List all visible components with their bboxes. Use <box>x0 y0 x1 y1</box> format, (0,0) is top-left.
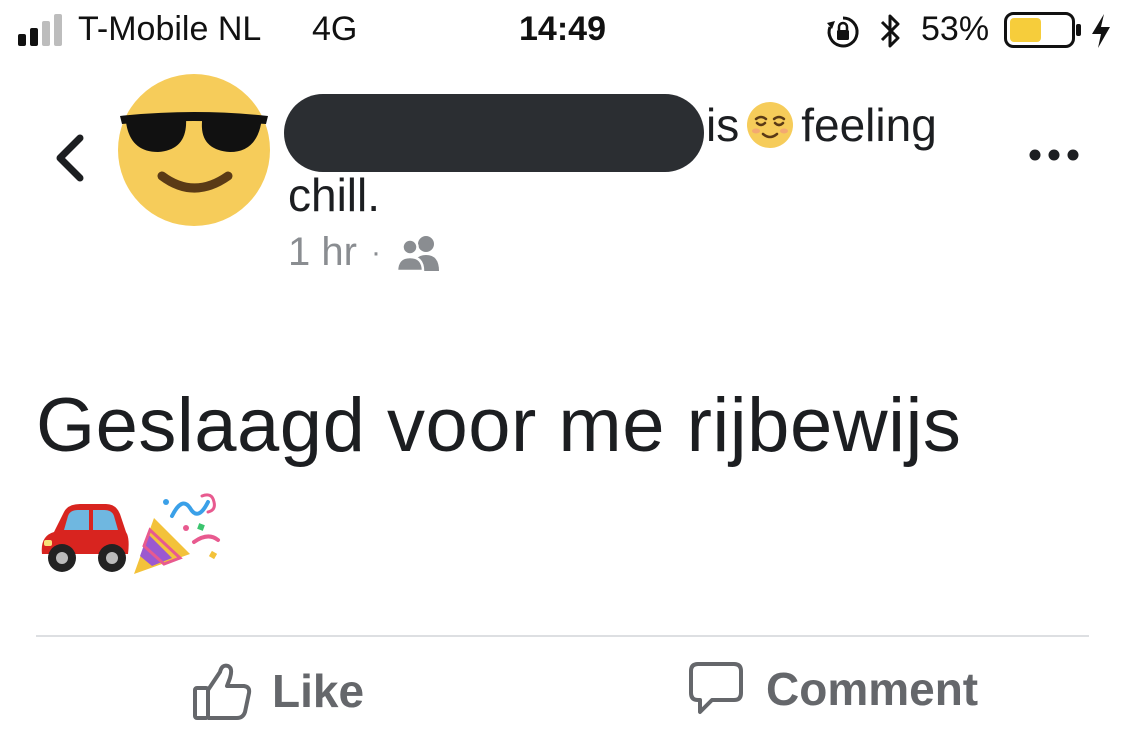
post-meta: 1 hr · <box>288 230 443 275</box>
comment-bubble-icon <box>689 662 743 714</box>
meta-separator: · <box>370 235 381 269</box>
battery-icon <box>1004 12 1081 48</box>
party-popper-emoji-icon <box>134 493 220 574</box>
divider <box>36 635 1089 637</box>
post-timestamp[interactable]: 1 hr <box>288 230 357 275</box>
battery-percentage: 53% <box>921 10 990 48</box>
thumbs-up-icon <box>193 663 252 720</box>
relieved-face-emoji-icon <box>747 102 794 148</box>
post-header-line: is feeling <box>706 98 937 152</box>
back-chevron-icon[interactable] <box>48 130 92 186</box>
comment-label: Comment <box>766 663 979 715</box>
feeling-value: chill. <box>288 169 381 221</box>
like-button[interactable]: Like <box>192 660 364 722</box>
feeling-word: feeling <box>801 99 937 151</box>
comment-button[interactable]: Comment <box>688 660 978 718</box>
rotation-lock-icon <box>827 16 859 48</box>
more-options-icon[interactable] <box>1028 146 1080 164</box>
post-screen: T-Mobile NL 4G 14:49 53% is feeling chil… <box>0 0 1125 746</box>
charging-icon <box>1092 14 1110 48</box>
redacted-author-name[interactable] <box>284 94 704 172</box>
car-emoji-icon <box>41 504 129 572</box>
post-text: Geslaagd voor me rijbewijs <box>36 383 962 468</box>
like-label: Like <box>272 665 365 717</box>
bluetooth-icon <box>880 14 900 48</box>
header-verb: is <box>706 99 740 151</box>
friends-icon[interactable] <box>395 233 443 273</box>
avatar[interactable] <box>116 72 272 228</box>
post-emoji-row <box>36 488 222 580</box>
status-bar: T-Mobile NL 4G 14:49 53% <box>0 0 1125 64</box>
